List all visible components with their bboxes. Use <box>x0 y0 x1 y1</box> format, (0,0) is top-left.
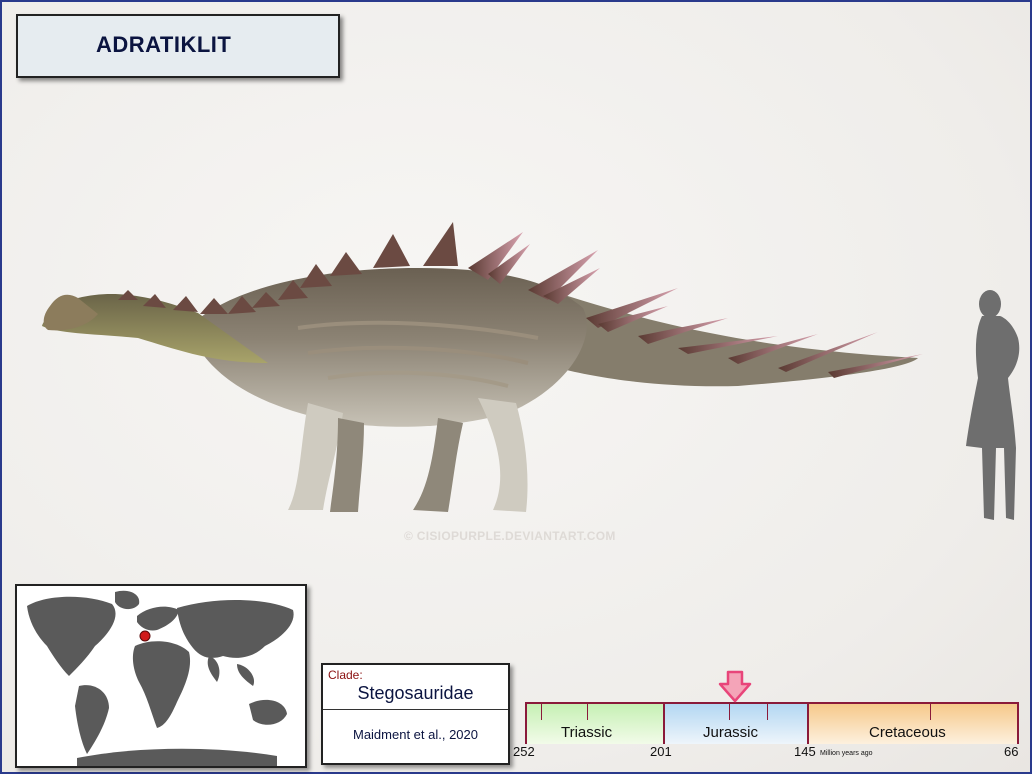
clade-divider <box>323 709 508 710</box>
minor-tick <box>541 704 542 720</box>
world-map <box>27 590 294 766</box>
clade-citation: Maidment et al., 2020 <box>352 727 479 742</box>
boundary-201 <box>663 704 665 744</box>
minor-tick <box>729 704 730 720</box>
tick-label-252: 252 <box>513 744 535 759</box>
clade-panel: Clade: Stegosauridae Maidment et al., 20… <box>321 663 510 765</box>
geologic-timeline: Triassic Jurassic Cretaceous <box>525 702 1019 744</box>
locality-map <box>15 584 307 768</box>
timeline-unit: Million years ago <box>820 750 873 757</box>
minor-tick <box>587 704 588 720</box>
minor-tick <box>930 704 931 720</box>
boundary-145 <box>807 704 809 744</box>
period-label-jurassic: Jurassic <box>703 724 759 741</box>
human-scale-silhouette <box>966 290 1020 520</box>
tick-label-201: 201 <box>650 744 672 759</box>
dinosaur-illustration <box>42 222 923 512</box>
down-arrow-icon <box>718 670 752 703</box>
minor-tick <box>767 704 768 720</box>
watermark: © CISIOPURPLE.DEVIANTART.COM <box>404 529 616 543</box>
period-label-triassic: Triassic <box>561 724 613 741</box>
tick-label-66: 66 <box>1004 744 1019 759</box>
clade-label: Clade: <box>328 668 363 682</box>
location-dot-icon <box>139 630 151 642</box>
species-name: ADRATIKLIT <box>96 32 232 57</box>
title-plate: ADRATIKLIT <box>16 14 340 78</box>
clade-value: Stegosauridae <box>357 683 474 703</box>
tick-label-145: 145 <box>794 744 816 759</box>
period-label-cretaceous: Cretaceous <box>869 724 946 741</box>
